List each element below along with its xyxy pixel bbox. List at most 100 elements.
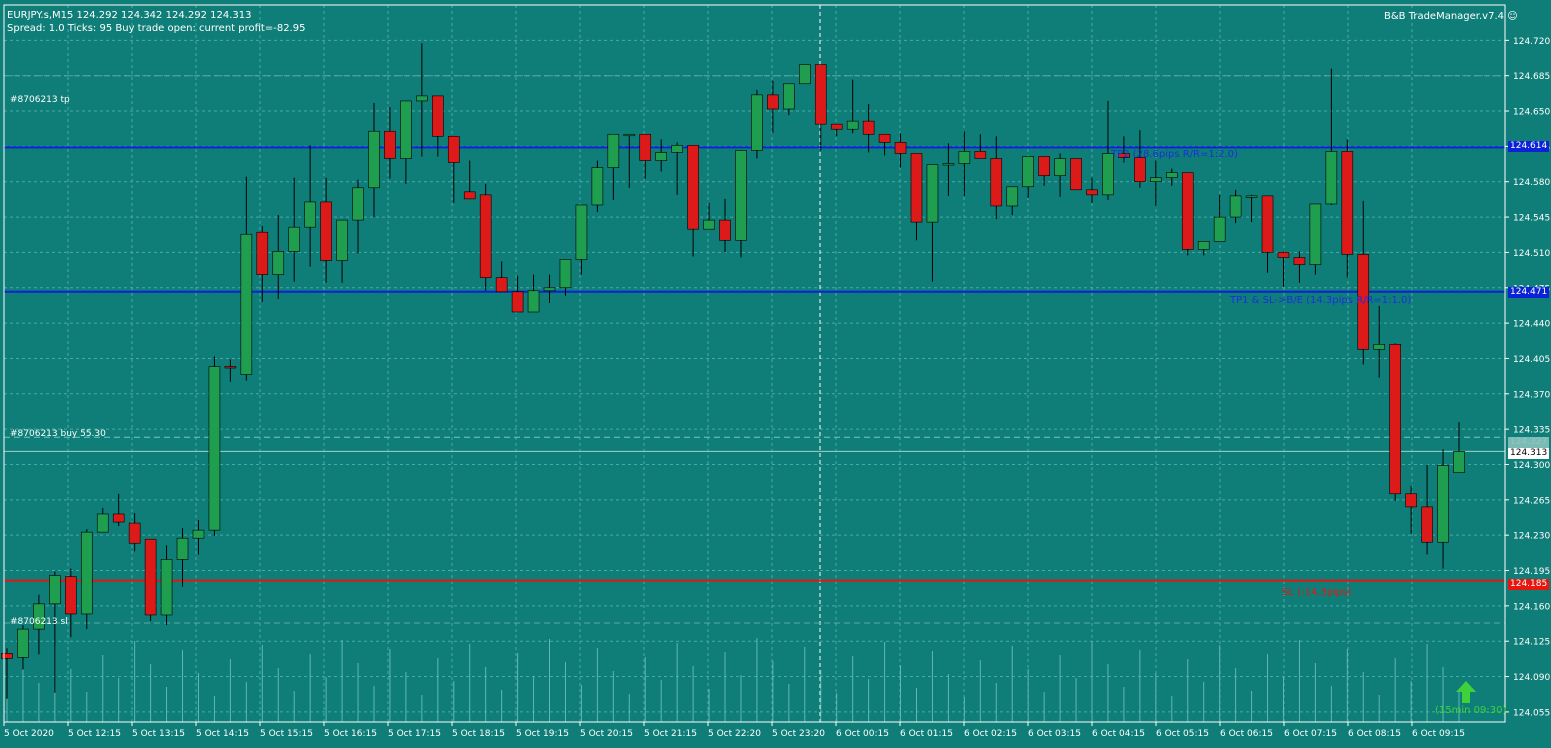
bear-candle <box>495 277 508 293</box>
bull-candle <box>1245 195 1258 198</box>
order-sl-label: #8706213 sl <box>10 617 68 627</box>
bear-candle <box>144 538 157 616</box>
bull-candle <box>591 167 604 206</box>
bear-candle <box>128 522 141 544</box>
bear-candle <box>639 133 652 161</box>
x-tick-label: 5 Oct 16:15 <box>324 729 377 739</box>
bull-candle <box>1022 156 1034 188</box>
bull-candle <box>799 64 811 85</box>
bull-candle <box>623 133 636 137</box>
bear-candle <box>447 135 460 163</box>
bear-candle <box>1 653 13 659</box>
bull-candle <box>735 150 747 241</box>
x-tick-label: 6 Oct 04:15 <box>1092 729 1145 739</box>
bull-candle <box>1197 241 1210 250</box>
bull-candle <box>655 152 667 161</box>
bear-candle <box>479 194 492 278</box>
bull-candle <box>1229 195 1242 218</box>
bull-candle <box>368 130 380 189</box>
y-tick-label: 124.685 <box>1513 72 1550 82</box>
y-tick-label: 124.055 <box>1513 708 1550 718</box>
bear-candle <box>1277 252 1290 258</box>
bull-candle <box>926 164 939 223</box>
bear-candle <box>910 153 923 223</box>
bull-candle <box>352 187 364 221</box>
x-tick-label: 5 Oct 15:15 <box>260 729 313 739</box>
bull-candle <box>703 219 715 230</box>
y-tick-label: 124.370 <box>1513 390 1550 400</box>
bear-candle <box>463 191 476 200</box>
bear-candle <box>1038 156 1050 176</box>
x-tick-label: 6 Oct 02:15 <box>964 729 1017 739</box>
bull-candle <box>336 219 348 261</box>
bull-candle <box>751 94 763 151</box>
bull-candle <box>176 537 189 560</box>
bull-candle <box>304 201 316 228</box>
sl-level-label: SL (-14.3pips) <box>1282 587 1352 598</box>
chart-window[interactable]: 124.720124.685124.650124.615124.580124.5… <box>0 0 1551 748</box>
bear-candle <box>862 120 875 135</box>
bear-candle <box>1134 157 1146 183</box>
bear-candle <box>256 231 269 275</box>
y-tick-label: 124.580 <box>1513 178 1550 188</box>
bull-candle <box>543 287 556 292</box>
y-tick-label: 124.300 <box>1513 461 1550 471</box>
x-tick-label: 6 Oct 00:15 <box>836 729 889 739</box>
y-tick-label: 124.405 <box>1513 355 1550 365</box>
bull-candle <box>416 95 428 102</box>
bear-candle <box>432 95 444 137</box>
bull-candle <box>1437 465 1449 543</box>
bear-candle <box>1421 506 1433 543</box>
bear-candle <box>384 130 396 159</box>
buy-price-tag: 124.327 <box>1508 437 1550 448</box>
bull-candle <box>607 133 620 168</box>
bull-candle <box>96 513 109 533</box>
bear-candle <box>1181 172 1194 250</box>
x-tick-label: 5 Oct 2020 <box>4 729 54 739</box>
bear-candle <box>990 158 1003 207</box>
bull-candle <box>1165 172 1178 178</box>
tp2-price-tag: 124.614 <box>1508 141 1550 152</box>
tp1-level-label: TP1 & SL->B/E (14.3pips R/R=1:1.0) <box>1230 295 1412 306</box>
bear-candle <box>719 219 731 241</box>
x-tick-label: 6 Oct 08:15 <box>1348 729 1401 739</box>
y-tick-label: 124.195 <box>1513 567 1550 577</box>
x-tick-label: 5 Oct 22:20 <box>708 729 761 739</box>
bid-price-tag: 124.313 <box>1508 448 1550 459</box>
bull-candle <box>1453 451 1465 473</box>
y-tick-label: 124.545 <box>1513 214 1550 224</box>
tp1-price-tag: 124.471 <box>1508 287 1550 298</box>
bear-candle <box>511 291 524 313</box>
bull-candle <box>1150 177 1162 183</box>
bull-candle <box>240 233 253 375</box>
bear-candle <box>1341 151 1354 255</box>
bull-candle <box>17 628 29 658</box>
bear-candle <box>767 94 779 110</box>
bear-candle <box>320 201 332 261</box>
chart-info-line: Spread: 1.0 Ticks: 95 Buy trade open: cu… <box>7 23 306 34</box>
y-tick-label: 124.090 <box>1513 673 1550 683</box>
bear-candle <box>65 576 77 615</box>
x-tick-label: 5 Oct 21:15 <box>644 729 697 739</box>
x-tick-label: 5 Oct 12:15 <box>68 729 121 739</box>
timer-label: (15min 09:30) <box>1435 705 1507 716</box>
y-tick-label: 124.160 <box>1513 602 1550 612</box>
bull-candle <box>527 290 540 313</box>
x-tick-label: 5 Oct 20:15 <box>580 729 633 739</box>
tp2-level-label: TP2 (28.6pips R/R=1:2.0) <box>1111 149 1238 160</box>
bull-candle <box>958 151 971 164</box>
order-buy-label: #8706213 buy 55.30 <box>10 429 106 439</box>
bear-candle <box>878 133 891 143</box>
bear-candle <box>1086 189 1098 196</box>
price-chart[interactable]: 124.720124.685124.650124.615124.580124.5… <box>0 0 1551 748</box>
bull-candle <box>846 120 859 130</box>
bull-candle <box>1325 151 1338 205</box>
x-tick-label: 6 Oct 03:15 <box>1028 729 1081 739</box>
bull-candle <box>1373 344 1386 350</box>
chart-background <box>0 0 1551 748</box>
x-tick-label: 5 Oct 23:20 <box>772 729 825 739</box>
bull-candle <box>49 575 61 605</box>
x-tick-label: 6 Oct 05:15 <box>1156 729 1209 739</box>
bull-candle <box>160 559 173 616</box>
bull-candle <box>208 366 221 531</box>
